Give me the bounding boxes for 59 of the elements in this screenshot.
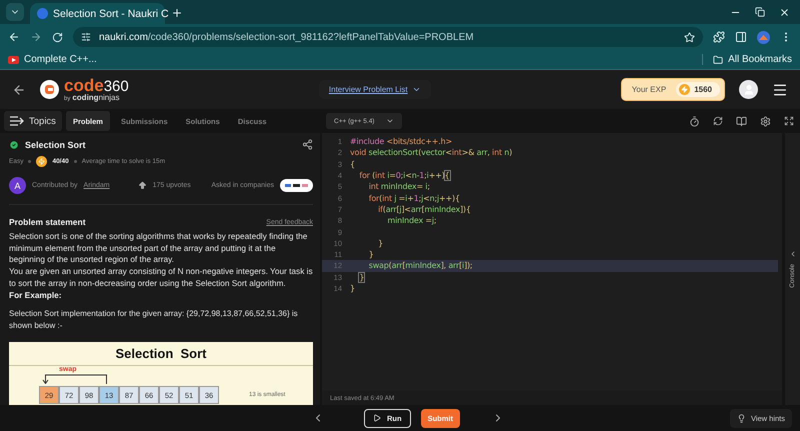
back-icon[interactable] <box>8 31 20 43</box>
example-text: Selection Sort implementation for the given array: {29,72,98,13,87,66,52,51,36} is shown below :- <box>9 308 299 332</box>
code-line: minIndex =j; <box>386 216 436 226</box>
topics-button[interactable]: Topics <box>4 111 62 131</box>
side-panel-icon[interactable] <box>735 31 747 43</box>
code-line: #include <bits/stdc++.h> <box>350 137 452 146</box>
play-icon <box>373 414 381 422</box>
favicon-icon <box>37 8 48 19</box>
contributor-avatar: A <box>9 177 26 194</box>
coin-icon <box>36 156 48 167</box>
video-play-icon <box>8 56 19 64</box>
back-icon[interactable] <box>12 82 26 96</box>
code-line: if(arr[j]<arr[minIndex]){ <box>377 204 471 214</box>
code-line: for(int j =i+1;j<n;j++){ <box>368 194 460 203</box>
figure-title: Selection Sort <box>9 342 313 366</box>
code-line: int minIndex= i; <box>368 182 430 192</box>
code-line: swap(arr[minIndex], arr[i]); <box>368 261 472 270</box>
code-line: } <box>377 238 384 248</box>
bookmark-star-icon[interactable] <box>684 32 695 42</box>
code-line: } <box>368 250 374 260</box>
menu-icon[interactable] <box>772 82 788 98</box>
interview-problem-list-link[interactable]: Interview Problem List <box>318 80 431 99</box>
forward-icon[interactable] <box>30 31 42 43</box>
code-line: } <box>350 284 355 293</box>
reload-icon[interactable] <box>52 32 63 42</box>
site-settings-icon[interactable] <box>81 32 91 42</box>
profile-avatar[interactable] <box>757 30 770 44</box>
code-line: } <box>358 272 364 282</box>
swap-arrow <box>42 374 108 384</box>
settings-icon[interactable] <box>760 116 771 126</box>
lightbulb-icon <box>736 414 746 422</box>
bookmark-link[interactable]: Complete C++... <box>8 54 97 65</box>
share-icon[interactable] <box>302 139 313 150</box>
fullscreen-icon[interactable] <box>784 116 794 126</box>
reset-icon[interactable] <box>713 116 723 126</box>
address-bar[interactable]: naukri.com/code360/problems/selection-sort_981162?leftPanelTabValue=PROBLEM <box>73 27 703 47</box>
section-heading: Problem statement <box>9 217 86 227</box>
statement-paragraph: You are given an unsorted array consisting of N non-negative integers. Your task is to sort the array in non-decreasing order using the Selection Sort algorithm. <box>9 266 313 290</box>
chevron-down-icon <box>412 85 421 94</box>
close-icon[interactable] <box>779 6 790 18</box>
timer-icon[interactable] <box>689 116 700 126</box>
code-line: void selectionSort(vector<int>& arr, int n) <box>350 148 512 158</box>
user-avatar[interactable] <box>739 80 758 99</box>
code-line: for (int i=0;i<n-1;i++){ <box>358 171 450 180</box>
exp-badge[interactable]: Your EXP 1560 <box>620 78 725 101</box>
example-heading: For Example: <box>9 290 63 302</box>
statement-paragraph: Selection sort is one of the sorting algorithms that works by repeatedly finding the minimum element from the unsorted part of the array and putting it at the beginning of the unsorted region of the array. <box>9 231 308 266</box>
problem-title: Selection Sort <box>25 140 86 150</box>
new-tab-icon[interactable] <box>171 7 183 19</box>
all-bookmarks-button[interactable]: All Bookmarks <box>702 54 792 65</box>
upvote-icon[interactable] <box>138 181 147 190</box>
company-logos-icon <box>280 179 313 192</box>
extensions-icon[interactable] <box>713 31 725 43</box>
restore-icon[interactable] <box>755 7 765 17</box>
chevron-down-icon <box>386 117 394 125</box>
topics-icon <box>10 116 24 126</box>
code-line: { <box>350 160 355 169</box>
folder-icon <box>713 54 724 64</box>
notes-icon[interactable] <box>736 116 747 126</box>
